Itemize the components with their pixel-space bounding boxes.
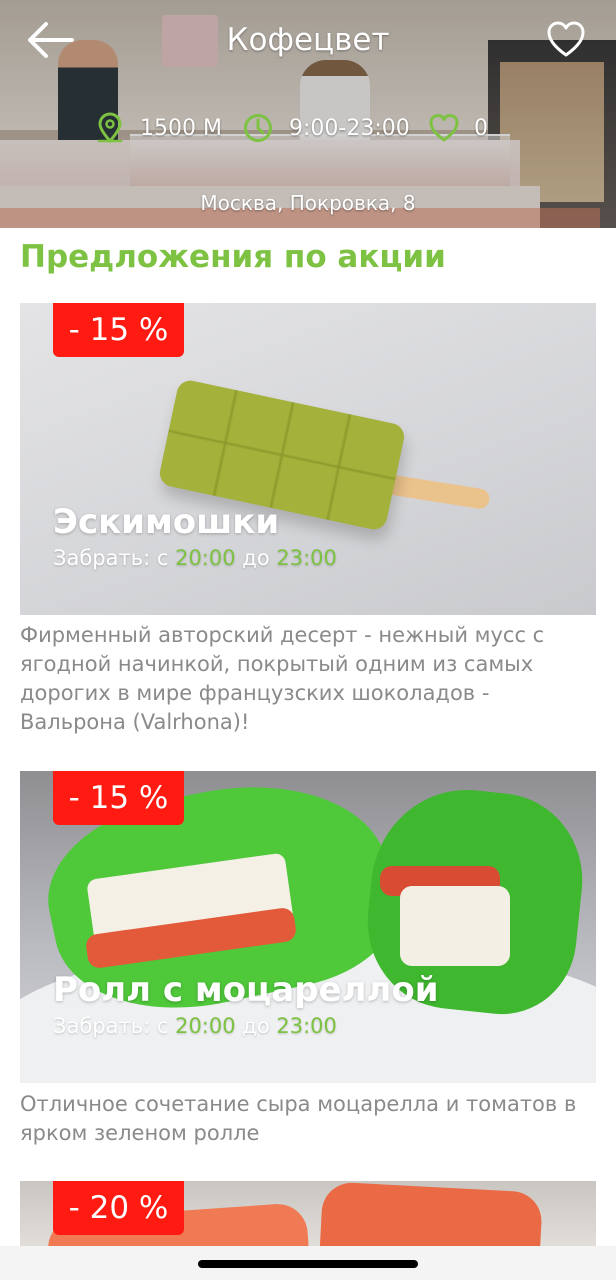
- offer-description: Фирменный авторский десерт - нежный мусс…: [20, 623, 545, 734]
- offer-description: Отличное сочетание сыра моцарелла и тома…: [20, 1092, 577, 1145]
- venue-title: Кофецвет: [226, 22, 390, 58]
- discount-badge: - 15 %: [53, 303, 184, 357]
- offer-card[interactable]: - 15 % Ролл с моцареллой Забрать: с 20:0…: [20, 771, 596, 1083]
- offer-card[interactable]: - 20 %: [20, 1181, 596, 1246]
- offer-name: Ролл с моцареллой: [53, 970, 439, 1010]
- venue-address: Москва, Покровка, 8: [200, 191, 416, 215]
- home-indicator[interactable]: [198, 1260, 418, 1268]
- hours-text: 9:00-23:00: [289, 116, 410, 141]
- pickup-time: Забрать: с 20:00 до 23:00: [53, 1014, 337, 1038]
- distance-text: 1500 М: [140, 116, 222, 141]
- favorite-button[interactable]: [546, 20, 586, 60]
- discount-badge: - 15 %: [53, 771, 184, 825]
- likes-count: 0: [474, 116, 488, 141]
- discount-badge: - 20 %: [53, 1181, 184, 1235]
- pickup-time: Забрать: с 20:00 до 23:00: [53, 546, 337, 570]
- venue-stats: 1500 М 9:00-23:00 0: [0, 110, 616, 148]
- offer-name: Эскимошки: [53, 502, 280, 542]
- heart-icon: [429, 114, 459, 142]
- offer-card[interactable]: - 15 % Эскимошки Забрать: с 20:00 до 23:…: [20, 303, 596, 615]
- heart-outline-icon: [547, 21, 585, 57]
- clock-icon: [244, 114, 272, 142]
- section-title: Предложения по акции: [20, 239, 446, 275]
- location-pin-icon: [97, 112, 123, 144]
